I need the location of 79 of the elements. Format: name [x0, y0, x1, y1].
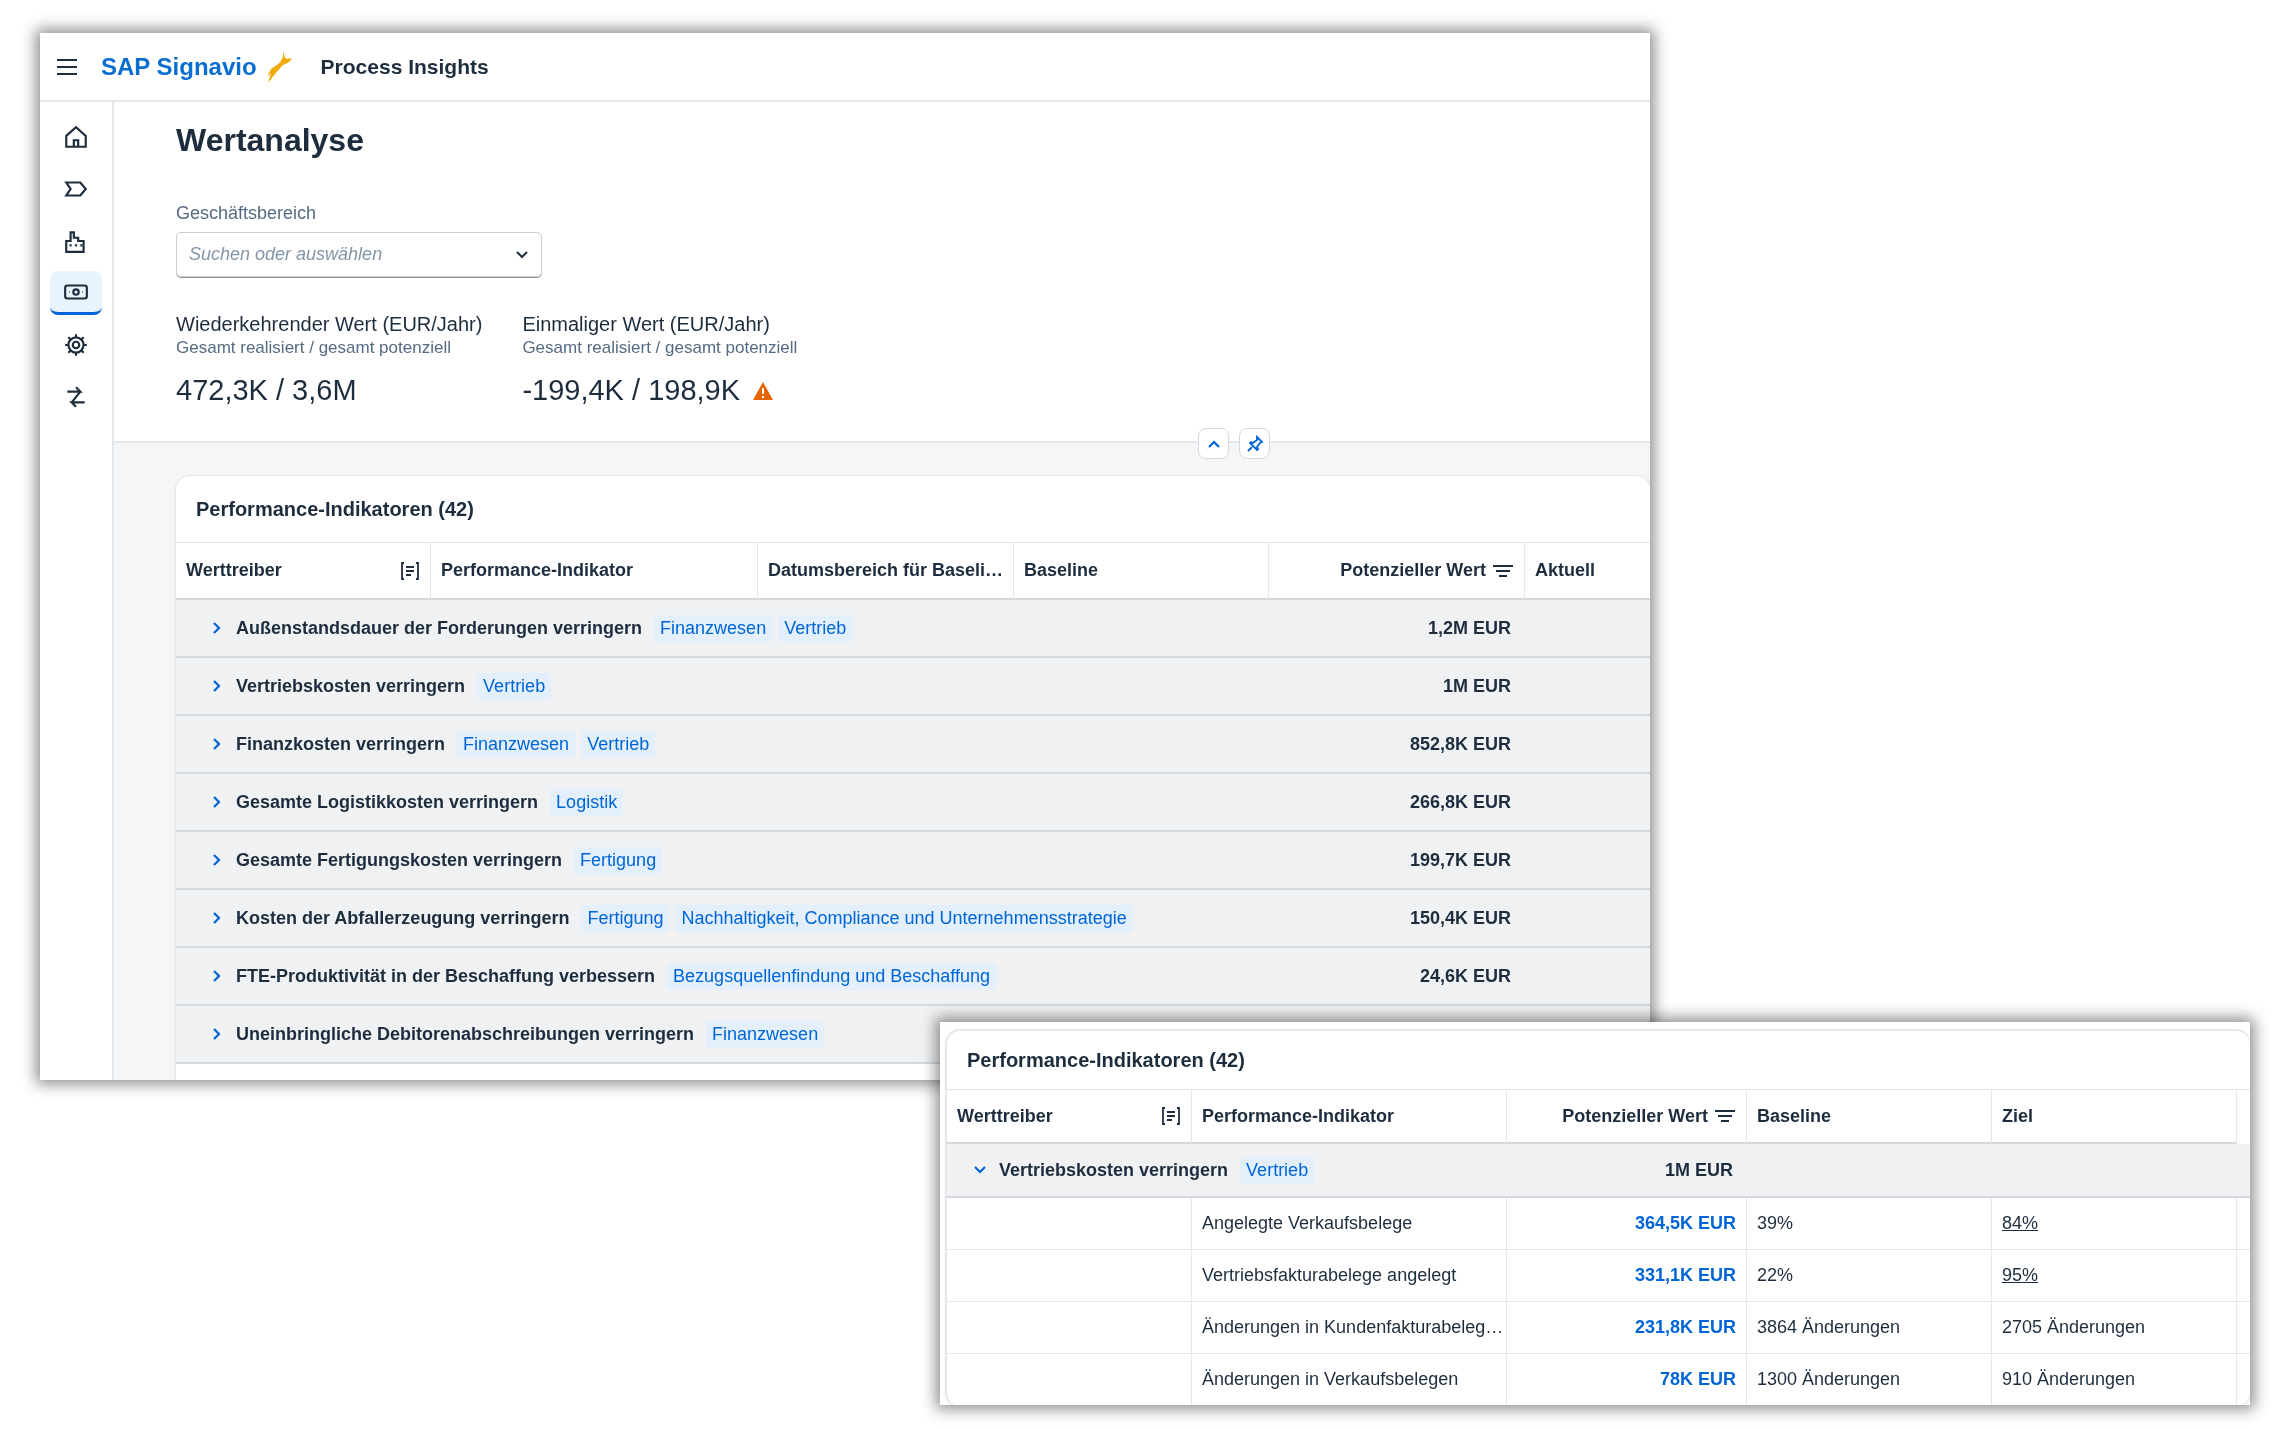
potential-value-link[interactable]: 78K EUR: [1659, 1369, 1736, 1390]
potential-value: 199,7K EUR: [1409, 849, 1511, 871]
pin-button[interactable]: [1239, 428, 1270, 459]
settings-icon: [63, 332, 89, 358]
kpi-value: -199,4K / 198,9K: [522, 374, 741, 407]
table-row[interactable]: Vertriebskosten verringern Vertrieb 1M EUR: [176, 658, 1650, 716]
value-driver-name: Außenstandsdauer der Forderungen verringern: [236, 617, 643, 639]
nav-item[interactable]: [50, 271, 102, 315]
kpi-title: Einmaliger Wert (EUR/Jahr): [522, 313, 771, 336]
brand-name: SAP Signavio: [101, 52, 257, 81]
table-row[interactable]: Gesamte Fertigungskosten verringern Fertigung 199,7K EUR: [176, 832, 1650, 890]
target-value: 2705 Änderungen: [2002, 1317, 2146, 1338]
value-driver-name: Finanzkosten verringern: [236, 733, 446, 755]
table-row[interactable]: Finanzkosten verringern Finanzwesen Vertrieb 852,8K EUR: [176, 716, 1650, 774]
target-value-link[interactable]: 84%: [2002, 1213, 2039, 1234]
target-value: 910 Änderungen: [2002, 1369, 2136, 1390]
value-driver-name: Vertriebskosten verringern: [999, 1159, 1229, 1181]
indicator-name: Änderungen in Verkaufsbelegen: [1192, 1354, 1507, 1405]
sort-icon[interactable]: [1492, 562, 1514, 579]
warning-icon: [752, 380, 775, 401]
potential-value: 852,8K EUR: [1409, 733, 1511, 755]
kpi-value: 472,3K / 3,6M: [176, 374, 357, 407]
value-driver-name: Gesamte Fertigungskosten verringern: [236, 849, 563, 871]
table-row[interactable]: Kosten der Abfallerzeugung verringern Fertigung Nachhaltigkeit, Compliance und Unternehmensstrategie 150,4K EUR: [176, 890, 1650, 948]
table-title: Performance-Indikatoren (42): [176, 476, 1650, 543]
list-menu-icon[interactable]: [1161, 1106, 1181, 1126]
potential-value: 24,6K EUR: [1419, 965, 1511, 987]
home-icon: [63, 124, 89, 150]
baseline-value: 3864 Änderungen: [1747, 1302, 1992, 1353]
category-tag: Vertrieb: [581, 730, 656, 758]
category-tag: Logistik: [550, 788, 624, 816]
table-title: Performance-Indikatoren (42): [947, 1031, 2250, 1090]
table-row[interactable]: Gesamte Logistikkosten verringern Logistik 266,8K EUR: [176, 774, 1650, 832]
category-tag: Bezugsquellenfindung und Beschaffung: [667, 962, 997, 990]
category-tag: Vertrieb: [778, 614, 853, 642]
page-title: Wertanalyse: [176, 122, 365, 160]
kpi-title: Wiederkehrender Wert (EUR/Jahr): [176, 313, 483, 336]
menu-icon[interactable]: [55, 56, 79, 77]
sort-icon[interactable]: [1714, 1108, 1736, 1124]
potential-value-link[interactable]: 364,5K EUR: [1634, 1213, 1736, 1234]
value-driver-name: Kosten der Abfallerzeugung verringern: [236, 907, 570, 929]
kpi-subtitle: Gesamt realisiert / gesamt potenziell: [522, 338, 798, 358]
potential-value: 1M EUR: [1665, 1159, 1733, 1181]
value-driver-name: Gesamte Logistikkosten verringern: [236, 791, 539, 813]
potential-value-link[interactable]: 331,1K EUR: [1634, 1265, 1736, 1286]
potential-value: 150,4K EUR: [1409, 907, 1511, 929]
baseline-value: 22%: [1747, 1250, 1992, 1301]
category-tag: Vertrieb: [477, 672, 552, 700]
value-driver-name: Vertriebskosten verringern: [236, 675, 466, 697]
baseline-value: 1300 Änderungen: [1747, 1354, 1992, 1405]
product-name: Process Insights: [320, 54, 489, 79]
baseline-value: 39%: [1747, 1198, 1992, 1249]
target-value-link[interactable]: 95%: [2002, 1265, 2039, 1286]
category-tag: Vertrieb: [1240, 1156, 1315, 1184]
pin-icon: [1245, 434, 1264, 453]
potential-value-link[interactable]: 231,8K EUR: [1634, 1317, 1736, 1338]
category-tag: Fertigung: [574, 846, 663, 874]
list-menu-icon[interactable]: [400, 560, 420, 581]
indicator-name: Vertriebsfakturabelege angelegt: [1192, 1250, 1507, 1301]
indicator-name: Änderungen in Kundenfakturabeleg…: [1192, 1302, 1507, 1353]
category-tag: Nachhaltigkeit, Compliance und Unternehmensstrategie: [675, 904, 1133, 932]
indicator-name: Angelegte Verkaufsbelege: [1192, 1198, 1507, 1249]
field-label: Geschäftsbereich: [176, 203, 318, 224]
category-tag: Finanzwesen: [654, 614, 773, 642]
value-driver-name: FTE-Produktivität in der Beschaffung verbessern: [236, 965, 656, 987]
category-tag: Finanzwesen: [457, 730, 576, 758]
chevron-up-icon: [1206, 438, 1221, 449]
collapse-button[interactable]: [1198, 428, 1229, 459]
category-tag: Finanzwesen: [706, 1020, 825, 1048]
potential-value: 1,2M EUR: [1427, 617, 1511, 639]
table-row[interactable]: FTE-Produktivität in der Beschaffung verbessern Bezugsquellenfindung und Beschaffung 24,6K EUR: [176, 948, 1650, 1006]
table-row[interactable]: Vertriebskosten verringern Vertrieb 1M EUR: [947, 1144, 2250, 1198]
potential-value: 266,8K EUR: [1409, 791, 1511, 813]
kpi-subtitle: Gesamt realisiert / gesamt potenziell: [176, 338, 452, 358]
potential-value: 1M EUR: [1443, 675, 1511, 697]
chevron-down-icon: [515, 249, 529, 260]
value-driver-name: Uneinbringliche Debitorenabschreibungen verringern: [236, 1023, 695, 1045]
category-tag: Fertigung: [581, 904, 670, 932]
table-row[interactable]: Außenstandsdauer der Forderungen verringern Finanzwesen Vertrieb 1,2M EUR: [176, 600, 1650, 658]
